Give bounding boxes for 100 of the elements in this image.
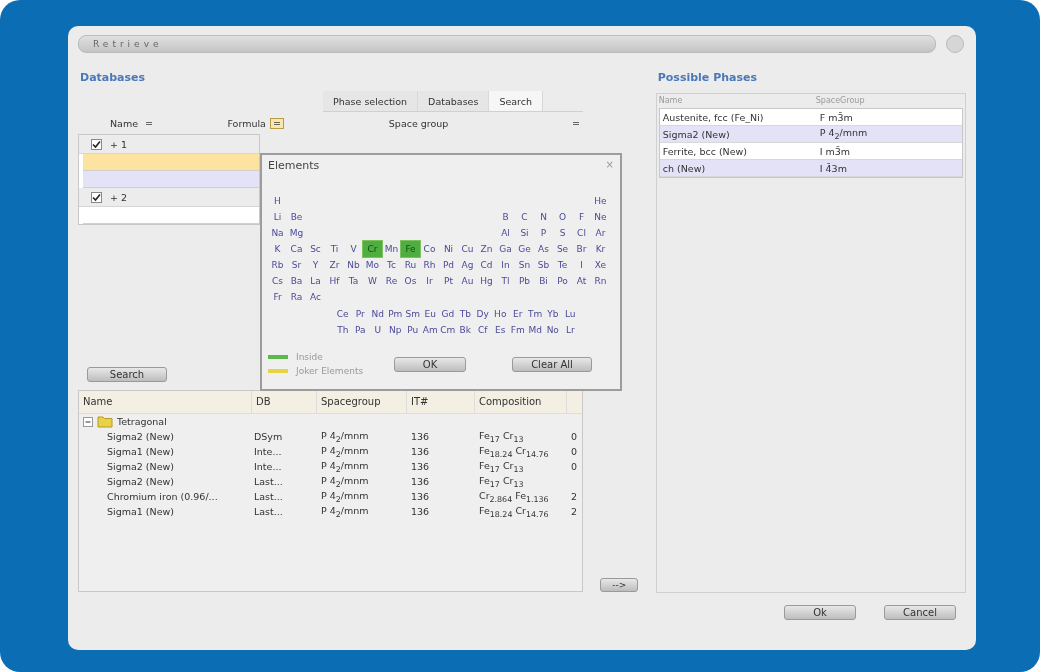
ok-button[interactable]: Ok <box>784 605 856 620</box>
search-button[interactable]: Search <box>87 367 167 382</box>
element-cell[interactable]: Np <box>386 322 404 338</box>
table-cell[interactable]: Sigma2 (New) <box>79 476 252 487</box>
element-cell[interactable]: Ne <box>591 209 610 225</box>
element-cell[interactable]: Se <box>553 241 572 257</box>
element-cell[interactable]: Ir <box>420 273 439 289</box>
element-cell[interactable]: Ra <box>287 289 306 305</box>
element-cell[interactable]: O <box>553 209 572 225</box>
element-cell[interactable]: Sr <box>287 257 306 273</box>
element-cell[interactable]: K <box>268 241 287 257</box>
element-cell[interactable]: Ac <box>306 289 325 305</box>
element-cell[interactable]: Md <box>526 322 544 338</box>
element-cell[interactable]: Mn <box>382 241 401 257</box>
element-cell[interactable]: Tc <box>382 257 401 273</box>
tab[interactable]: Search <box>489 91 543 111</box>
element-cell[interactable]: Na <box>268 225 287 241</box>
element-cell[interactable]: Ru <box>401 257 420 273</box>
element-cell[interactable]: Zn <box>477 241 496 257</box>
clear-all-button[interactable]: Clear All <box>512 356 592 372</box>
table-cell[interactable]: Sigma2 (New) <box>79 431 252 442</box>
element-cell[interactable]: Ca <box>287 241 306 257</box>
table-cell[interactable]: Sigma1 (New) <box>79 446 252 457</box>
ok-button[interactable]: OK <box>394 356 466 372</box>
element-cell[interactable]: Rn <box>591 273 610 289</box>
element-cell[interactable]: Ni <box>439 241 458 257</box>
element-cell[interactable]: Cl <box>572 225 591 241</box>
element-cell[interactable]: Y <box>306 257 325 273</box>
element-cell[interactable]: Cf <box>474 322 492 338</box>
element-cell[interactable]: Cd <box>477 257 496 273</box>
element-cell[interactable]: Pm <box>386 306 404 322</box>
table-cell[interactable]: Sigma2 (New) <box>79 461 252 472</box>
filter-icon[interactable] <box>269 117 284 129</box>
element-cell[interactable]: Yb <box>544 306 562 322</box>
element-cell[interactable]: Be <box>287 209 306 225</box>
element-cell[interactable]: La <box>306 273 325 289</box>
element-cell[interactable]: Sc <box>306 241 325 257</box>
element-cell[interactable]: Kr <box>591 241 610 257</box>
element-cell[interactable]: Nd <box>369 306 387 322</box>
element-cell[interactable]: Hf <box>325 273 344 289</box>
element-cell[interactable]: Te <box>553 257 572 273</box>
element-cell[interactable]: Ga <box>496 241 515 257</box>
element-cell[interactable]: C <box>515 209 534 225</box>
collapse-icon[interactable] <box>83 416 93 427</box>
element-cell[interactable]: Mg <box>287 225 306 241</box>
element-cell[interactable]: Mo <box>363 257 382 273</box>
element-cell[interactable]: Dy <box>474 306 492 322</box>
element-cell[interactable]: Pr <box>351 306 369 322</box>
element-cell[interactable]: Sb <box>534 257 553 273</box>
element-cell[interactable]: Am <box>421 322 439 338</box>
element-cell[interactable]: Pu <box>404 322 422 338</box>
element-cell[interactable]: W <box>363 273 382 289</box>
element-cell[interactable]: Eu <box>421 306 439 322</box>
filter-field[interactable] <box>83 154 259 171</box>
element-cell[interactable]: Sm <box>404 306 422 322</box>
element-cell[interactable]: Lr <box>561 322 579 338</box>
element-cell[interactable]: Pd <box>439 257 458 273</box>
element-cell[interactable]: Ge <box>515 241 534 257</box>
element-cell[interactable]: Tm <box>526 306 544 322</box>
filter-field[interactable] <box>83 171 259 188</box>
element-cell[interactable]: Si <box>515 225 534 241</box>
element-cell[interactable]: Er <box>509 306 527 322</box>
element-cell[interactable]: Sn <box>515 257 534 273</box>
element-cell[interactable]: Ce <box>334 306 352 322</box>
element-cell[interactable]: Br <box>572 241 591 257</box>
element-cell[interactable]: Po <box>553 273 572 289</box>
element-cell[interactable]: Ar <box>591 225 610 241</box>
element-cell[interactable]: As <box>534 241 553 257</box>
element-cell[interactable]: Ta <box>344 273 363 289</box>
element-cell[interactable]: Tb <box>456 306 474 322</box>
element-cell[interactable]: P <box>534 225 553 241</box>
element-cell[interactable]: Bk <box>456 322 474 338</box>
element-cell[interactable]: Re <box>382 273 401 289</box>
element-cell[interactable]: Au <box>458 273 477 289</box>
element-cell[interactable]: At <box>572 273 591 289</box>
element-cell[interactable]: U <box>369 322 387 338</box>
element-cell[interactable]: Es <box>491 322 509 338</box>
element-cell[interactable]: Cr <box>363 241 382 257</box>
element-cell[interactable]: Ba <box>287 273 306 289</box>
element-cell[interactable]: Cu <box>458 241 477 257</box>
element-cell[interactable]: In <box>496 257 515 273</box>
table-cell[interactable]: Chromium iron (0.96/... <box>79 491 252 502</box>
element-cell[interactable]: Xe <box>591 257 610 273</box>
table-cell[interactable]: Sigma2 (New) <box>662 128 820 140</box>
element-cell[interactable]: Cs <box>268 273 287 289</box>
element-cell[interactable]: Cm <box>439 322 457 338</box>
element-cell[interactable]: Bi <box>534 273 553 289</box>
element-cell[interactable]: B <box>496 209 515 225</box>
element-cell[interactable]: Th <box>334 322 352 338</box>
element-cell[interactable]: Co <box>420 241 439 257</box>
tab[interactable]: Phase selection <box>323 91 419 111</box>
element-cell[interactable]: Al <box>496 225 515 241</box>
element-cell[interactable]: Li <box>268 209 287 225</box>
table-cell[interactable]: Austenite, fcc (Fe_Ni) <box>662 111 820 123</box>
element-cell[interactable]: Gd <box>439 306 457 322</box>
element-cell[interactable]: Os <box>401 273 420 289</box>
element-cell[interactable]: Tl <box>496 273 515 289</box>
element-cell[interactable]: Pb <box>515 273 534 289</box>
element-cell[interactable]: F <box>572 209 591 225</box>
checkbox[interactable] <box>91 191 102 203</box>
